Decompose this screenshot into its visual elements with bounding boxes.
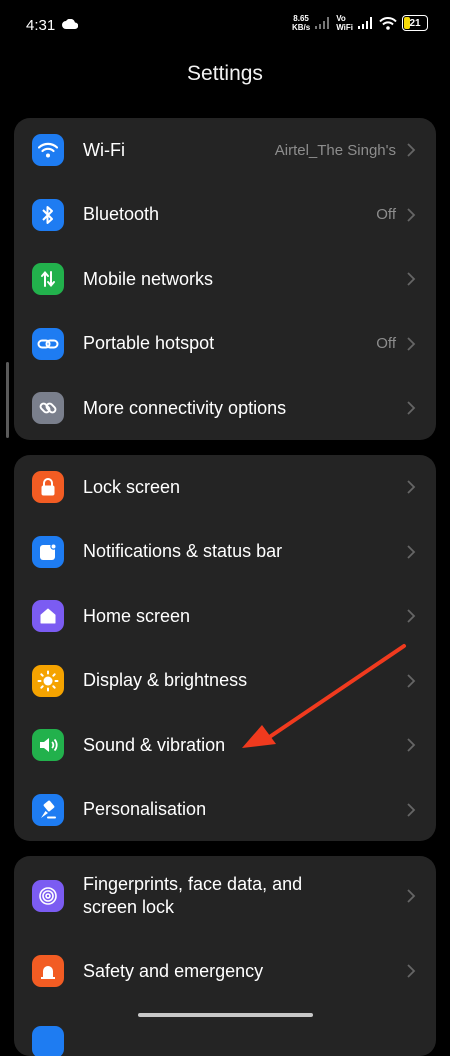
cloud-icon [62, 19, 78, 29]
sun-icon [32, 664, 64, 697]
settings-item-wifi[interactable]: Wi-Fi Airtel_The Singh's [14, 118, 436, 183]
settings-item-label: Fingerprints, face data, and screen lock [83, 874, 303, 917]
paint-brush-icon [32, 793, 64, 826]
link-icon [32, 392, 64, 425]
wifi-icon [32, 134, 64, 167]
battery-indicator: 21 [402, 15, 428, 31]
settings-item-label: Sound & vibration [83, 734, 226, 755]
page-title: Settings [187, 62, 263, 85]
settings-item-value: Off [376, 335, 396, 353]
chevron-right-icon [407, 738, 416, 752]
settings-item-more-connectivity[interactable]: More connectivity options [14, 376, 436, 440]
settings-item-label: Notifications & status bar [83, 541, 283, 562]
chevron-right-icon [407, 674, 416, 688]
partial-icon [32, 1026, 64, 1056]
settings-item-next[interactable] [14, 1006, 436, 1056]
settings-item-bluetooth[interactable]: Bluetooth Off [14, 183, 436, 248]
settings-item-label: Bluetooth [83, 204, 160, 225]
settings-item-label: Wi-Fi [83, 139, 125, 160]
settings-item-sound-vibration[interactable]: Sound & vibration [14, 713, 436, 778]
speaker-icon [32, 729, 64, 762]
settings-item-portable-hotspot[interactable]: Portable hotspot Off [14, 312, 436, 377]
settings-item-label: Mobile networks [83, 268, 214, 289]
settings-item-value: Airtel_The Singh's [274, 141, 396, 159]
settings-item-notifications[interactable]: Notifications & status bar [14, 520, 436, 585]
network-speed: 8.65 KB/s [291, 14, 311, 32]
settings-item-label: Portable hotspot [83, 333, 215, 354]
settings-item-label: More connectivity options [83, 397, 287, 418]
settings-item-label: Home screen [83, 605, 191, 626]
settings-item-label: Display & brightness [83, 670, 248, 691]
chevron-right-icon [407, 401, 416, 415]
scroll-indicator[interactable] [6, 362, 9, 438]
mobile-data-icon [32, 263, 64, 296]
chevron-right-icon [407, 964, 416, 978]
settings-item-mobile-networks[interactable]: Mobile networks [14, 247, 436, 312]
settings-item-fingerprints[interactable]: Fingerprints, face data, and screen lock [14, 856, 436, 936]
settings-item-display-brightness[interactable]: Display & brightness [14, 649, 436, 714]
signal-icon [358, 17, 372, 29]
settings-item-home-screen[interactable]: Home screen [14, 584, 436, 649]
settings-item-lock-screen[interactable]: Lock screen [14, 455, 436, 520]
fingerprint-icon [32, 880, 64, 912]
settings-item-value: Off [376, 206, 396, 224]
settings-item-label: Safety and emergency [83, 960, 264, 981]
lock-icon [32, 471, 64, 504]
emergency-icon [32, 955, 64, 987]
settings-group-display: Lock screen Notifications & status bar H… [14, 455, 436, 841]
chevron-right-icon [407, 480, 416, 494]
notification-icon [32, 535, 64, 568]
settings-item-label: Personalisation [83, 799, 207, 820]
status-bar: 4:31 8.65 KB/s Vo WiFi 21 [0, 0, 450, 50]
clock: 4:31 [26, 17, 56, 34]
chevron-right-icon [407, 143, 416, 157]
settings-item-personalisation[interactable]: Personalisation [14, 778, 436, 842]
chevron-right-icon [407, 609, 416, 623]
vowifi-indicator: Vo WiFi [336, 14, 353, 32]
chevron-right-icon [407, 208, 416, 222]
settings-item-safety-emergency[interactable]: Safety and emergency [14, 936, 436, 1006]
chevron-right-icon [407, 545, 416, 559]
bluetooth-icon [32, 198, 64, 231]
home-icon [32, 600, 64, 633]
wifi-status-icon [379, 16, 397, 30]
home-indicator[interactable] [138, 1013, 313, 1017]
hotspot-icon [32, 327, 64, 360]
chevron-right-icon [407, 803, 416, 817]
chevron-right-icon [407, 889, 416, 903]
chevron-right-icon [407, 272, 416, 286]
settings-group-connectivity: Wi-Fi Airtel_The Singh's Bluetooth Off M… [14, 118, 436, 440]
settings-group-security: Fingerprints, face data, and screen lock… [14, 856, 436, 1056]
signal-icon [315, 17, 330, 29]
chevron-right-icon [407, 337, 416, 351]
settings-item-label: Lock screen [83, 476, 181, 497]
